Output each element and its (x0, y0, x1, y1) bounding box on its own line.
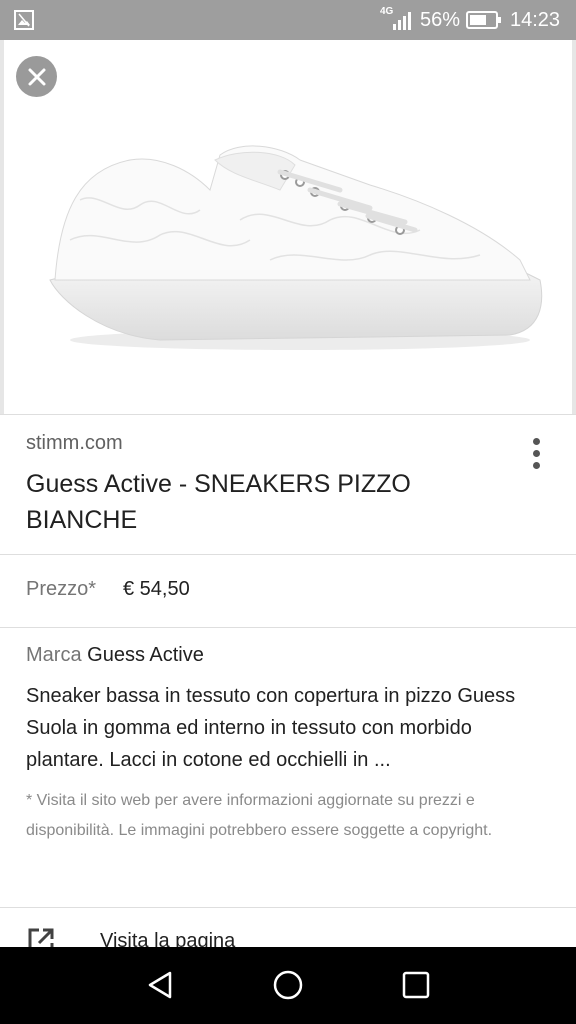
product-image (49, 145, 543, 350)
source-domain[interactable]: stimm.com (26, 432, 123, 455)
home-icon[interactable] (270, 967, 306, 1003)
divider-after-price (0, 627, 576, 628)
clock: 14:23 (510, 9, 561, 31)
brand-label: Marca (26, 644, 82, 666)
more-options-button[interactable] (524, 436, 548, 474)
back-icon[interactable] (142, 967, 178, 1003)
recents-icon[interactable] (398, 967, 434, 1003)
signal-icon (393, 12, 411, 30)
battery-icon (466, 11, 501, 29)
price-label: Prezzo* (26, 578, 97, 600)
navigation-bar (0, 947, 576, 1024)
close-button[interactable] (16, 56, 57, 97)
battery-percent: 56% (420, 9, 461, 31)
more-vert-icon (532, 438, 540, 445)
divider-after-title (0, 554, 576, 555)
brand-row: Marca Guess Active (26, 644, 204, 667)
more-vert-dot (532, 450, 540, 457)
visit-page-row[interactable]: Visita la pagina (0, 908, 576, 948)
close-icon (28, 68, 45, 85)
product-description: Sneaker bassa in tessuto con copertura i… (26, 685, 516, 771)
product-image-area (0, 40, 576, 415)
brand-value: Guess Active (87, 644, 204, 666)
price-value: € 54,50 (123, 578, 190, 600)
more-vert-dot (532, 462, 540, 469)
status-bar: 4G 56% 14:23 (0, 0, 576, 40)
divider-after-image (0, 414, 576, 415)
image-edge-left (0, 40, 4, 415)
open-in-new-icon (28, 928, 54, 948)
product-title[interactable]: Guess Active - SNEAKERS PIZZO BIANCHE (26, 466, 496, 538)
disclaimer-text: * Visita il sito web per avere informazi… (26, 792, 493, 839)
image-edge-right (572, 40, 576, 415)
image-icon (14, 10, 34, 30)
visit-page-link[interactable]: Visita la pagina (100, 930, 235, 948)
